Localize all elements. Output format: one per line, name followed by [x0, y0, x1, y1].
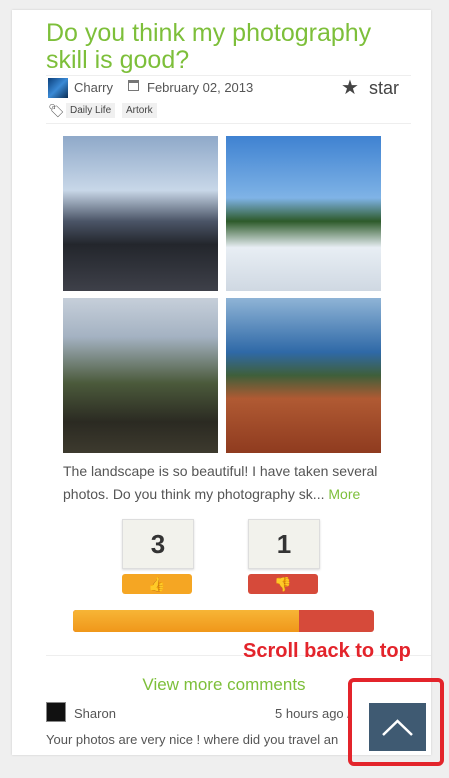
thumbs-up-icon: 👍: [148, 576, 166, 592]
thumbs-down-icon: 👎: [274, 576, 292, 592]
photo-rooftops[interactable]: [226, 298, 381, 453]
annotation-highlight-box: [348, 678, 444, 766]
downvote-button[interactable]: 👎: [248, 574, 318, 594]
chevron-up-icon: [382, 719, 413, 736]
post-title[interactable]: Do you think my photography skill is goo…: [46, 20, 416, 74]
vote-ratio-bar: [73, 610, 374, 632]
author-name[interactable]: Charry: [74, 80, 113, 95]
vote-ratio-fill: [73, 610, 299, 632]
comment-time: 5 hours ago /: [275, 706, 351, 721]
post-date: February 02, 2013: [147, 80, 254, 95]
calendar-icon: [128, 80, 139, 91]
tag-list: 🏷 Daily Life Artork: [46, 101, 411, 124]
upvote-count: 3: [122, 519, 194, 569]
photo-road[interactable]: [63, 136, 218, 291]
photo-harbor[interactable]: [226, 136, 381, 291]
author-avatar[interactable]: [48, 78, 68, 98]
tag-artork[interactable]: Artork: [122, 103, 157, 118]
tag-daily-life[interactable]: Daily Life: [66, 103, 116, 118]
star-label[interactable]: star: [369, 78, 399, 99]
post-excerpt: The landscape is so beautiful! I have ta…: [63, 460, 398, 506]
post-meta: Charry February 02, 2013 ★ star: [46, 75, 411, 102]
commenter-name[interactable]: Sharon: [74, 706, 116, 721]
more-link[interactable]: More: [328, 486, 360, 502]
scroll-top-annotation: Scroll back to top: [243, 640, 411, 662]
photo-palms[interactable]: [63, 298, 218, 453]
tags-icon: 🏷: [48, 103, 65, 118]
scroll-to-top-button[interactable]: [369, 703, 426, 751]
upvote-button[interactable]: 👍: [122, 574, 192, 594]
commenter-avatar[interactable]: [46, 702, 66, 722]
star-icon[interactable]: ★: [341, 78, 359, 98]
downvote-count: 1: [248, 519, 320, 569]
